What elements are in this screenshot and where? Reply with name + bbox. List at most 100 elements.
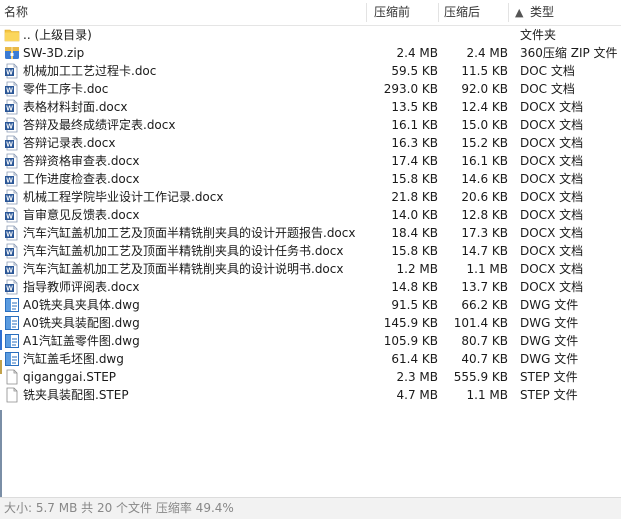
word-doc-icon: W	[4, 153, 20, 169]
file-row[interactable]: W 指导教师评阅表.docx 14.8 KB 13.7 KB DOCX 文档	[0, 278, 621, 296]
file-compressed-size: 15.0 KB	[461, 118, 508, 132]
file-compressed-size: 101.4 KB	[453, 316, 508, 330]
file-row[interactable]: W 汽车汽缸盖机加工艺及顶面半精铣削夹具的设计任务书.docx 15.8 KB 14.…	[0, 242, 621, 260]
file-row[interactable]: W 工作进度检查表.docx 15.8 KB 14.6 KB DOCX 文档	[0, 170, 621, 188]
file-type: DWG 文件	[520, 352, 579, 366]
column-header-type[interactable]: 类型	[530, 0, 554, 25]
file-name: 汽车汽缸盖机加工艺及顶面半精铣削夹具的设计说明书.docx	[23, 262, 344, 276]
svg-text:W: W	[6, 250, 13, 257]
file-name: 汽车汽缸盖机加工艺及顶面半精铣削夹具的设计开题报告.docx	[23, 226, 356, 240]
file-row[interactable]: W 机械工程学院毕业设计工作记录.docx 21.8 KB 20.6 KB DOCX 文…	[0, 188, 621, 206]
file-row[interactable]: W 汽车汽缸盖机加工艺及顶面半精铣削夹具的设计说明书.docx 1.2 MB 1.1 …	[0, 260, 621, 278]
file-compressed-size: 1.1 MB	[466, 388, 508, 402]
file-name: 答辩资格审查表.docx	[23, 154, 140, 168]
file-row[interactable]: W 盲审意见反馈表.docx 14.0 KB 12.8 KB DOCX 文档	[0, 206, 621, 224]
file-original-size: 145.9 KB	[383, 316, 438, 330]
column-divider[interactable]	[438, 3, 439, 22]
file-compressed-size: 13.7 KB	[461, 280, 508, 294]
word-doc-icon: W	[4, 225, 20, 241]
file-compressed-size: 40.7 KB	[461, 352, 508, 366]
file-name: A1汽缸盖零件图.dwg	[23, 334, 140, 348]
file-row[interactable]: W 答辩资格审查表.docx 17.4 KB 16.1 KB DOCX 文档	[0, 152, 621, 170]
word-doc-icon: W	[4, 279, 20, 295]
file-name: 机械工程学院毕业设计工作记录.docx	[23, 190, 224, 204]
column-header: 名称 压缩前 压缩后 ▲ 类型	[0, 0, 621, 26]
file-type: DOC 文档	[520, 82, 575, 96]
file-row[interactable]: 铣夹具装配图.STEP 4.7 MB 1.1 MB STEP 文件	[0, 386, 621, 404]
file-original-size: 15.8 KB	[391, 244, 438, 258]
svg-text:W: W	[6, 88, 13, 95]
svg-text:W: W	[6, 268, 13, 275]
file-row[interactable]: A0铣夹具装配图.dwg 145.9 KB 101.4 KB DWG 文件	[0, 314, 621, 332]
svg-text:W: W	[6, 70, 13, 77]
file-compressed-size: 66.2 KB	[461, 298, 508, 312]
file-row[interactable]: qiganggai.STEP 2.3 MB 555.9 KB STEP 文件	[0, 368, 621, 386]
file-compressed-size: 12.4 KB	[461, 100, 508, 114]
left-edge-strip	[0, 410, 2, 500]
file-name: A0铣夹具装配图.dwg	[23, 316, 140, 330]
file-original-size: 105.9 KB	[383, 334, 438, 348]
file-compressed-size: 92.0 KB	[461, 82, 508, 96]
word-doc-icon: W	[4, 207, 20, 223]
file-compressed-size: 80.7 KB	[461, 334, 508, 348]
file-type: STEP 文件	[520, 388, 578, 402]
file-compressed-size: 12.8 KB	[461, 208, 508, 222]
column-header-name[interactable]: 名称	[4, 0, 28, 25]
file-original-size: 17.4 KB	[391, 154, 438, 168]
file-type: DOCX 文档	[520, 226, 584, 240]
column-divider[interactable]	[366, 3, 367, 22]
file-row[interactable]: W 零件工序卡.doc 293.0 KB 92.0 KB DOC 文档	[0, 80, 621, 98]
file-type: 360压缩 ZIP 文件	[520, 46, 618, 60]
svg-text:W: W	[6, 196, 13, 203]
file-compressed-size: 17.3 KB	[461, 226, 508, 240]
file-name: .. (上级目录)	[23, 28, 92, 42]
dwg-icon	[4, 333, 20, 349]
file-type: DWG 文件	[520, 298, 579, 312]
file-original-size: 15.8 KB	[391, 172, 438, 186]
column-header-original-size[interactable]: 压缩前	[374, 0, 410, 25]
file-type: DOCX 文档	[520, 262, 584, 276]
column-header-compressed-size[interactable]: 压缩后	[444, 0, 480, 25]
svg-text:W: W	[6, 214, 13, 221]
file-original-size: 18.4 KB	[391, 226, 438, 240]
file-original-size: 61.4 KB	[391, 352, 438, 366]
file-name: 汽车汽缸盖机加工艺及顶面半精铣削夹具的设计任务书.docx	[23, 244, 344, 258]
zip-icon	[4, 45, 20, 61]
dwg-icon	[4, 351, 20, 367]
file-row[interactable]: W 答辩及最终成绩评定表.docx 16.1 KB 15.0 KB DOCX 文档	[0, 116, 621, 134]
sort-ascending-icon[interactable]: ▲	[515, 0, 523, 25]
file-name: 答辩记录表.docx	[23, 136, 116, 150]
file-row[interactable]: W 汽车汽缸盖机加工艺及顶面半精铣削夹具的设计开题报告.docx 18.4 KB 17…	[0, 224, 621, 242]
file-compressed-size: 14.7 KB	[461, 244, 508, 258]
file-row[interactable]: A1汽缸盖零件图.dwg 105.9 KB 80.7 KB DWG 文件	[0, 332, 621, 350]
file-row[interactable]: 汽缸盖毛坯图.dwg 61.4 KB 40.7 KB DWG 文件	[0, 350, 621, 368]
file-type: DOCX 文档	[520, 172, 584, 186]
file-compressed-size: 14.6 KB	[461, 172, 508, 186]
file-type: DWG 文件	[520, 316, 579, 330]
file-row[interactable]: SW-3D.zip 2.4 MB 2.4 MB 360压缩 ZIP 文件	[0, 44, 621, 62]
status-summary: 大小: 5.7 MB 共 20 个文件 压缩率 49.4%	[4, 501, 234, 515]
file-name: 表格材料封面.docx	[23, 100, 128, 114]
svg-text:W: W	[6, 232, 13, 239]
file-name: 汽缸盖毛坯图.dwg	[23, 352, 124, 366]
step-file-icon	[4, 387, 20, 403]
file-list: .. (上级目录) 文件夹 SW-3D.zip 2.4 MB 2.4 MB 360压缩 Z…	[0, 26, 621, 404]
file-original-size: 91.5 KB	[391, 298, 438, 312]
word-doc-icon: W	[4, 81, 20, 97]
file-row[interactable]: A0铣夹具夹具体.dwg 91.5 KB 66.2 KB DWG 文件	[0, 296, 621, 314]
svg-text:W: W	[6, 178, 13, 185]
file-name: 零件工序卡.doc	[23, 82, 109, 96]
file-original-size: 4.7 MB	[396, 388, 438, 402]
file-type: DOCX 文档	[520, 244, 584, 258]
file-row[interactable]: W 机械加工工艺过程卡.doc 59.5 KB 11.5 KB DOC 文档	[0, 62, 621, 80]
file-row[interactable]: .. (上级目录) 文件夹	[0, 26, 621, 44]
column-divider[interactable]	[508, 3, 509, 22]
file-original-size: 14.0 KB	[391, 208, 438, 222]
file-original-size: 21.8 KB	[391, 190, 438, 204]
file-type: DOC 文档	[520, 64, 575, 78]
file-row[interactable]: W 表格材料封面.docx 13.5 KB 12.4 KB DOCX 文档	[0, 98, 621, 116]
file-original-size: 1.2 MB	[396, 262, 438, 276]
file-compressed-size: 16.1 KB	[461, 154, 508, 168]
file-type: DWG 文件	[520, 334, 579, 348]
file-row[interactable]: W 答辩记录表.docx 16.3 KB 15.2 KB DOCX 文档	[0, 134, 621, 152]
